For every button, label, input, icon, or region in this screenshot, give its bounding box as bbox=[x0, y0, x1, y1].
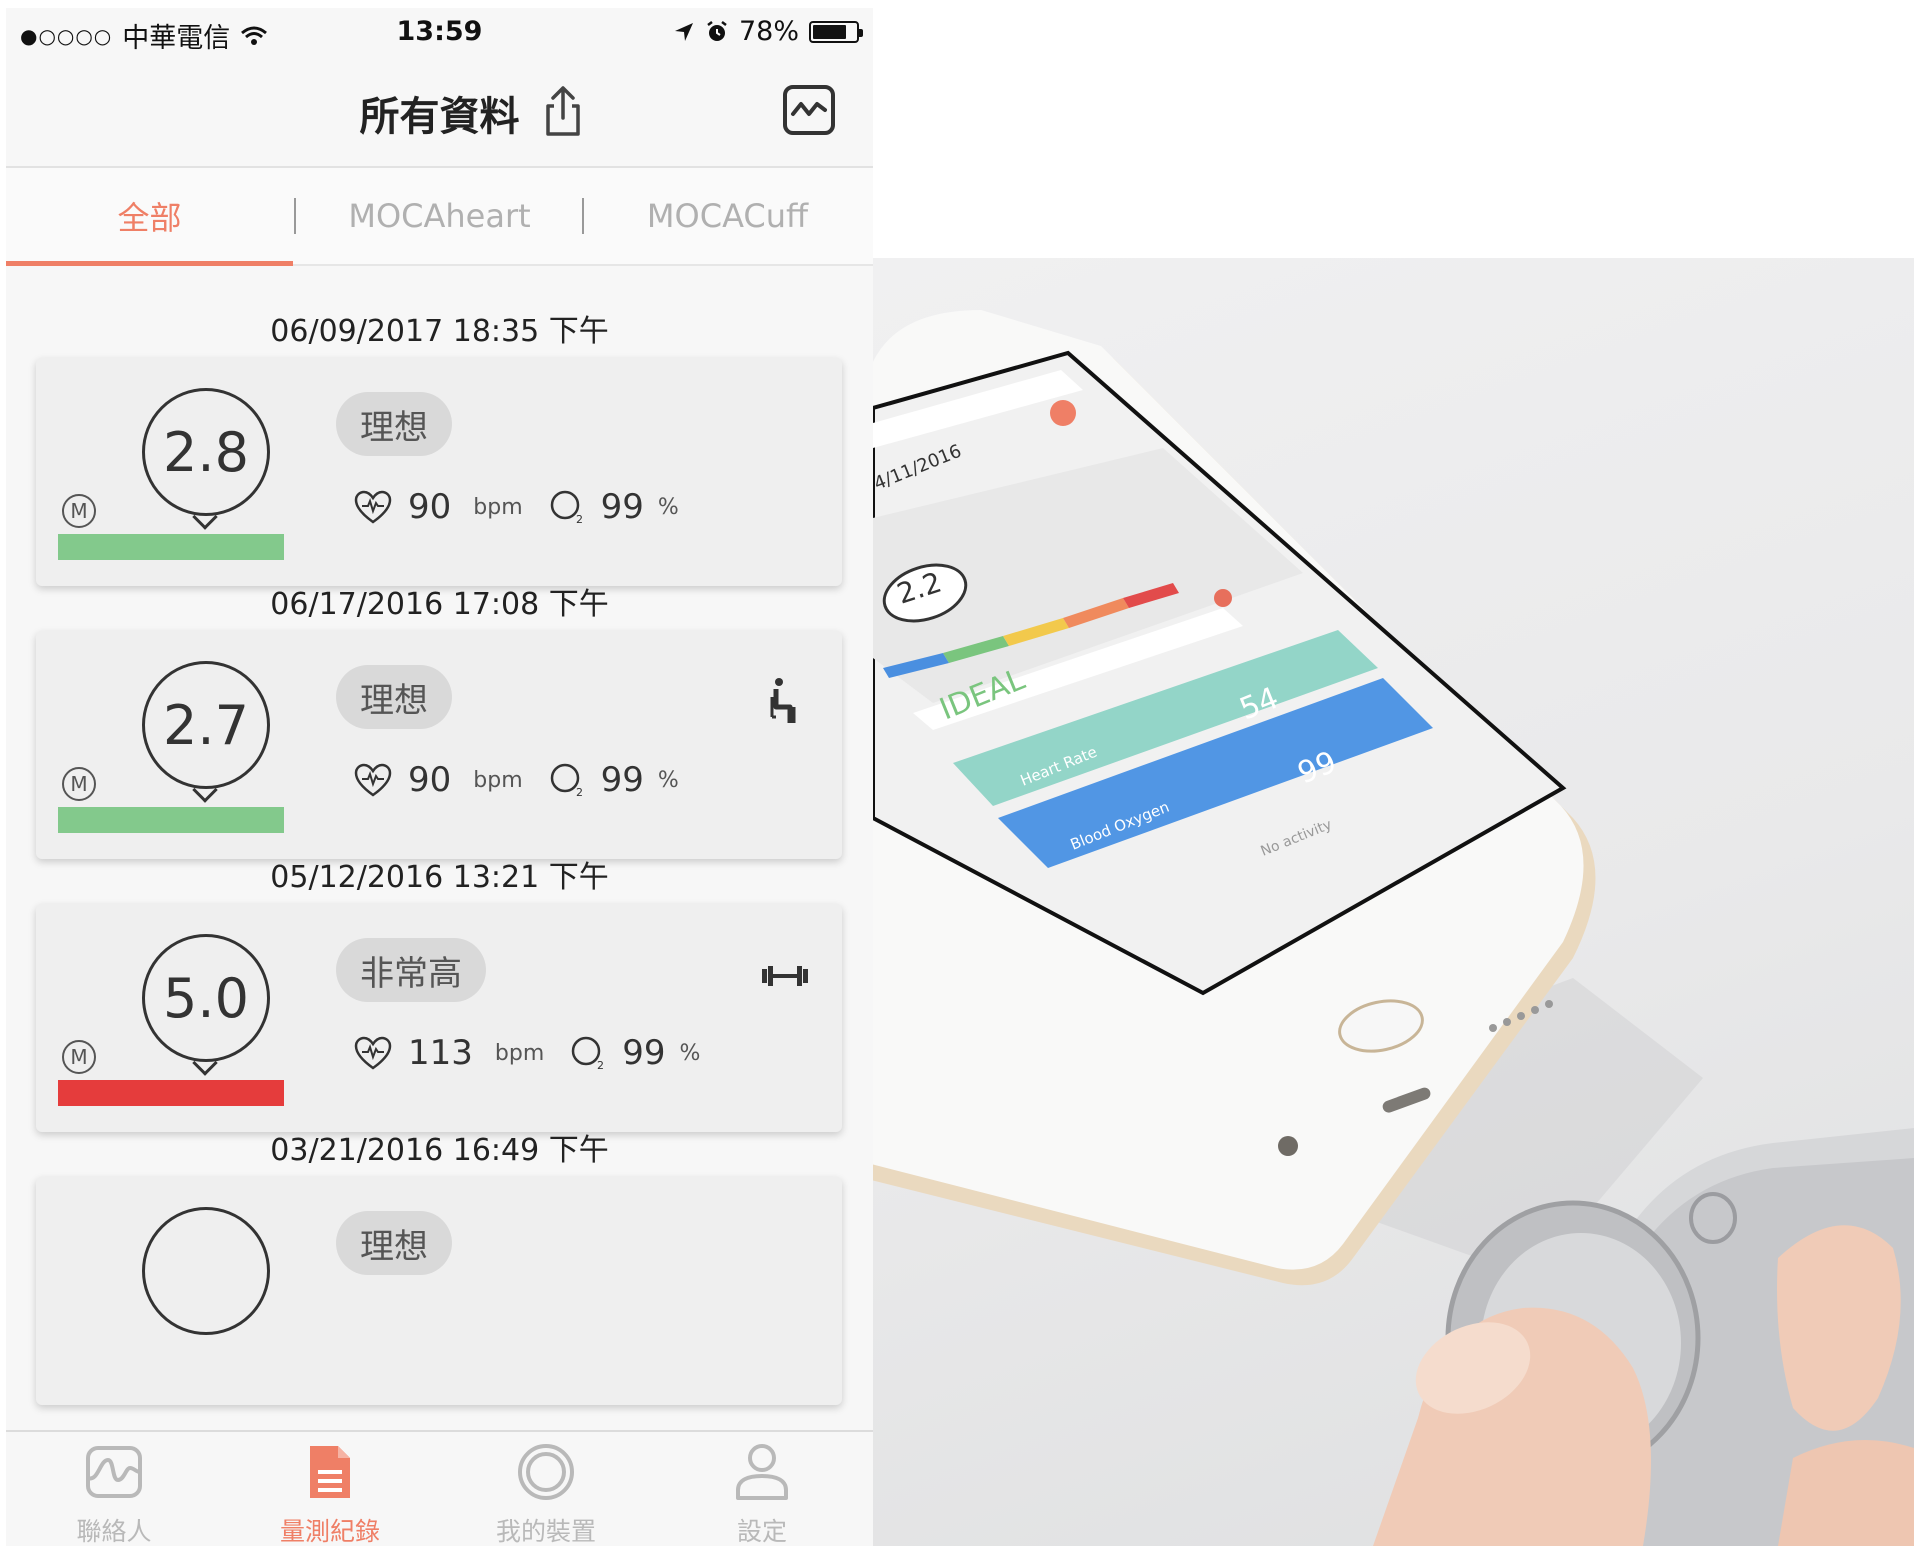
score-bubble bbox=[142, 1207, 270, 1335]
tabbar-item-records[interactable]: 量測紀錄 bbox=[222, 1432, 438, 1546]
heart-rate-value: 113 bbox=[408, 1033, 473, 1073]
settings-person-icon bbox=[736, 1444, 788, 1500]
record-card[interactable]: M 2.7 理想 90 bpm 2 99 % bbox=[36, 631, 842, 859]
spo2-unit: % bbox=[657, 767, 679, 793]
svg-text:2: 2 bbox=[576, 513, 583, 525]
manual-mode-icon: M bbox=[62, 1040, 96, 1074]
record-card[interactable]: 理想 bbox=[36, 1177, 842, 1405]
metrics-row: 90 bpm 2 99 % bbox=[354, 482, 679, 532]
heart-rate-value: 90 bbox=[408, 760, 452, 800]
tab-mocaheart[interactable]: MOCAheart bbox=[296, 168, 583, 264]
record-date: 06/17/2016 17:08 下午 bbox=[270, 587, 609, 622]
record-card[interactable]: M 2.8 理想 90 bpm 2 99 % bbox=[36, 358, 842, 586]
device-ring-icon bbox=[518, 1444, 574, 1500]
heart-rate-value: 90 bbox=[408, 487, 452, 527]
tabbar-item-devices[interactable]: 我的裝置 bbox=[438, 1432, 654, 1546]
tab-all[interactable]: 全部 bbox=[6, 168, 293, 266]
segment-tabs: 全部 MOCAheart MOCACuff bbox=[6, 168, 873, 266]
alarm-icon bbox=[707, 20, 727, 41]
score-level-bar bbox=[58, 1080, 284, 1106]
page-title: 所有資料 bbox=[359, 94, 520, 140]
score-bubble: 2.8 bbox=[142, 388, 270, 516]
tabbar-label: 設定 bbox=[736, 1517, 787, 1546]
battery-level bbox=[813, 24, 846, 39]
battery-percent: 78% bbox=[738, 16, 799, 47]
trend-chart-icon[interactable] bbox=[782, 84, 836, 136]
heart-rate-icon bbox=[354, 763, 392, 797]
tabbar-item-contacts[interactable]: 聯絡人 bbox=[6, 1432, 222, 1546]
spo2-value: 99 bbox=[600, 487, 644, 527]
tabbar-label: 我的裝置 bbox=[495, 1517, 596, 1546]
spo2-value: 99 bbox=[600, 760, 644, 800]
score-level-bar bbox=[58, 534, 284, 560]
tab-mocacuff-label: MOCACuff bbox=[646, 197, 809, 235]
tab-mocaheart-label: MOCAheart bbox=[348, 197, 531, 235]
tab-all-label: 全部 bbox=[117, 199, 182, 237]
tabbar-item-settings[interactable]: 設定 bbox=[654, 1432, 870, 1546]
heart-rate-icon bbox=[354, 1036, 392, 1070]
dumbbell-icon bbox=[762, 966, 808, 986]
score-level-bar bbox=[58, 807, 284, 833]
sitting-icon bbox=[770, 678, 796, 723]
bottom-tab-bar: 聯絡人 量測紀錄 我的裝置 設定 bbox=[6, 1430, 873, 1546]
blood-oxygen-icon: 2 bbox=[572, 1036, 604, 1071]
status-bar: ●○○○○ 中華電信 13:59 78% bbox=[6, 8, 873, 58]
navigation-bar: 所有資料 bbox=[6, 58, 873, 168]
heart-rate-unit: bpm bbox=[494, 1040, 545, 1066]
records-document-icon bbox=[310, 1446, 350, 1498]
contacts-pulse-icon bbox=[86, 1446, 142, 1498]
tab-mocacuff[interactable]: MOCACuff bbox=[584, 168, 871, 264]
app-screen: ●○○○○ 中華電信 13:59 78% 所有資料 全部 MOCAheart M… bbox=[6, 8, 873, 1546]
metrics-row: 113 bpm 2 99 % bbox=[354, 1028, 700, 1078]
location-arrow-icon bbox=[674, 22, 693, 41]
heart-rate-unit: bpm bbox=[473, 494, 523, 520]
blood-oxygen-icon: 2 bbox=[550, 763, 583, 798]
record-date: 06/09/2017 18:35 下午 bbox=[270, 314, 609, 349]
spo2-value: 99 bbox=[622, 1033, 666, 1073]
phone-and-device-illustration: 4/11/2016 2.2 IDEAL 54 Heart Rate 99 Blo… bbox=[873, 310, 1914, 1546]
status-badge: 理想 bbox=[336, 1211, 452, 1275]
record-date: 05/12/2016 13:21 下午 bbox=[270, 860, 609, 895]
share-icon[interactable] bbox=[536, 84, 590, 138]
heart-rate-icon bbox=[354, 490, 392, 524]
blood-oxygen-icon: 2 bbox=[550, 490, 583, 525]
records-list[interactable]: 06/09/2017 18:35 下午 M 2.8 理想 90 bpm 2 99… bbox=[6, 266, 873, 1428]
svg-text:2: 2 bbox=[597, 1059, 604, 1071]
svg-text:2: 2 bbox=[576, 786, 583, 798]
status-badge: 理想 bbox=[336, 665, 452, 729]
tabbar-label: 量測紀錄 bbox=[279, 1517, 380, 1546]
metrics-row: 90 bpm 2 99 % bbox=[354, 755, 679, 805]
status-badge: 非常高 bbox=[336, 938, 486, 1002]
spo2-unit: % bbox=[657, 494, 679, 520]
manual-mode-icon: M bbox=[62, 494, 96, 528]
product-photo: 4/11/2016 2.2 IDEAL 54 Heart Rate 99 Blo… bbox=[873, 258, 1914, 1546]
battery-icon bbox=[809, 20, 863, 43]
status-badge: 理想 bbox=[336, 392, 452, 456]
heart-rate-unit: bpm bbox=[473, 767, 523, 793]
tabbar-label: 聯絡人 bbox=[76, 1517, 152, 1546]
record-date: 03/21/2016 16:49 下午 bbox=[270, 1133, 609, 1168]
score-bubble: 2.7 bbox=[142, 661, 270, 789]
spo2-unit: % bbox=[679, 1040, 701, 1066]
manual-mode-icon: M bbox=[62, 767, 96, 801]
score-bubble: 5.0 bbox=[142, 934, 270, 1062]
record-card[interactable]: M 5.0 非常高 113 bpm 2 99 % bbox=[36, 904, 842, 1132]
